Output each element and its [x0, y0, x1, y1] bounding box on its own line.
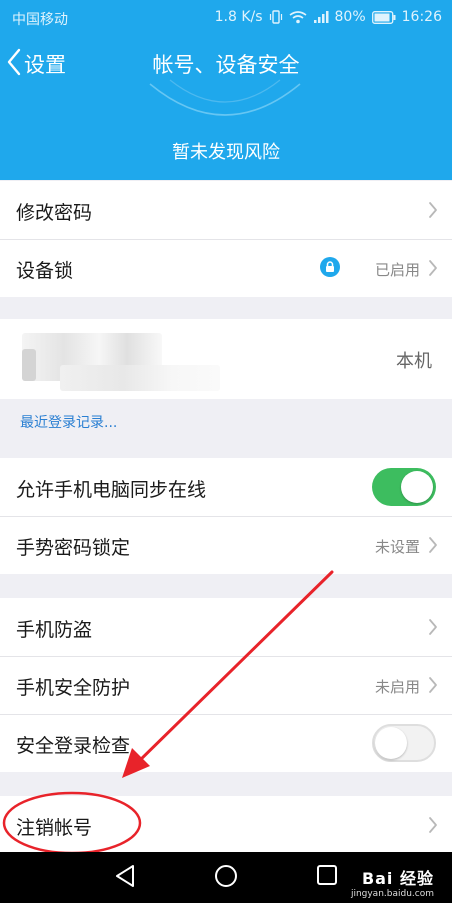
battery-icon	[371, 10, 396, 24]
device-info-redacted	[60, 365, 220, 391]
account-group: 注销帐号	[0, 796, 452, 854]
row-label: 安全登录检查	[16, 735, 131, 757]
chevron-right-icon	[428, 618, 438, 640]
chevron-right-icon	[428, 676, 438, 698]
carrier-label: 中国移动	[12, 12, 68, 28]
lock-icon	[320, 257, 340, 281]
current-device-row[interactable]: 本机	[0, 319, 452, 399]
login-check-row: 安全登录检查	[0, 714, 452, 772]
wifi-icon	[289, 10, 307, 24]
current-device-group: 本机	[0, 319, 452, 399]
change-password-row[interactable]: 修改密码	[0, 181, 452, 239]
row-label: 手机安全防护	[16, 677, 131, 699]
cancel-account-row[interactable]: 注销帐号	[0, 796, 452, 854]
phone-protection-status: 未启用	[374, 678, 420, 696]
header: 中国移动 1.8 K/s 80% 16:26 设置 帐号、设备安全 暂未发现风险	[0, 0, 452, 180]
scan-arc-icon	[149, 79, 301, 116]
screen: 中国移动 1.8 K/s 80% 16:26 设置 帐号、设备安全 暂未发现风险…	[0, 0, 452, 903]
watermark-url: jingyan.baidu.com	[350, 889, 434, 899]
row-label: 设备锁	[16, 260, 74, 282]
network-speed: 1.8 K/s	[214, 9, 263, 25]
back-triangle-icon[interactable]	[114, 864, 136, 892]
battery-percent: 80%	[334, 9, 366, 25]
gesture-lock-status: 未设置	[374, 538, 420, 556]
device-lock-status: 已启用	[374, 261, 420, 279]
row-label: 修改密码	[16, 202, 93, 224]
recent-login-link[interactable]: 最近登录记录...	[20, 412, 117, 432]
watermark-main: Bai 经验	[361, 869, 434, 888]
clock: 16:26	[401, 9, 442, 25]
row-label: 手机防盗	[16, 619, 93, 641]
protection-group: 手机防盗 手机安全防护 未启用 安全登录检查	[0, 598, 452, 772]
login-check-toggle[interactable]	[372, 724, 436, 762]
toggle-knob	[401, 471, 433, 503]
home-circle-icon[interactable]	[214, 864, 238, 892]
password-group: 修改密码 设备锁 已启用	[0, 181, 452, 297]
status-bar: 中国移动 1.8 K/s 80% 16:26	[0, 0, 452, 34]
status-icons: 1.8 K/s 80% 16:26	[215, 9, 442, 25]
chevron-right-icon	[428, 816, 438, 838]
sync-online-toggle[interactable]	[372, 468, 436, 506]
anti-theft-row[interactable]: 手机防盗	[0, 598, 452, 656]
row-label: 允许手机电脑同步在线	[16, 479, 207, 501]
chevron-right-icon	[428, 536, 438, 558]
gesture-lock-row[interactable]: 手势密码锁定 未设置	[0, 516, 452, 574]
device-icon-redacted	[22, 349, 36, 381]
row-label: 注销帐号	[16, 817, 93, 839]
toggle-knob	[375, 727, 407, 759]
risk-status: 暂未发现风险	[172, 142, 280, 163]
page-title: 帐号、设备安全	[152, 53, 300, 77]
device-lock-row[interactable]: 设备锁 已启用	[0, 239, 452, 297]
recent-apps-icon[interactable]	[316, 864, 338, 890]
phone-protection-row[interactable]: 手机安全防护 未启用	[0, 656, 452, 714]
system-nav-bar: Bai 经验 jingyan.baidu.com	[0, 852, 452, 903]
chevron-right-icon	[428, 259, 438, 281]
device-tag: 本机	[396, 351, 432, 372]
chevron-right-icon	[428, 201, 438, 223]
row-label: 手势密码锁定	[16, 537, 131, 559]
vibrate-icon	[269, 10, 283, 24]
watermark-logo: Bai 经验 jingyan.baidu.com	[351, 865, 434, 899]
signal-icon	[313, 10, 329, 24]
sync-group: 允许手机电脑同步在线 手势密码锁定 未设置	[0, 458, 452, 574]
sync-online-row: 允许手机电脑同步在线	[0, 458, 452, 516]
